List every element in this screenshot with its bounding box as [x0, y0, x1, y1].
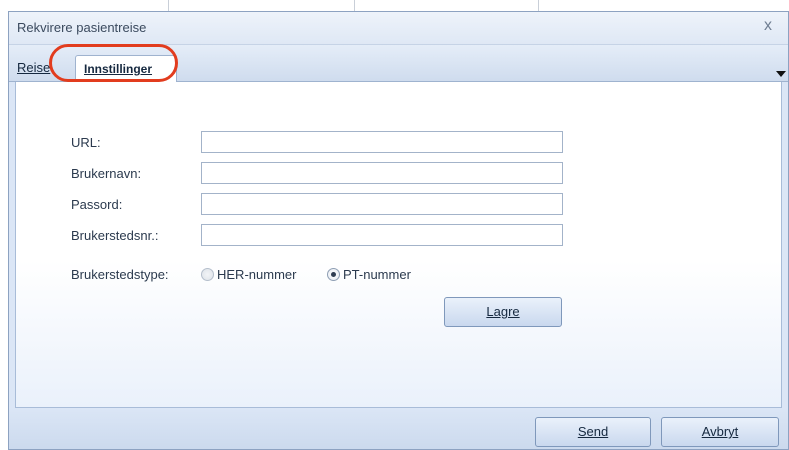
password-label: Passord: [71, 197, 123, 212]
site-type-label: Brukerstedstype: [71, 267, 169, 282]
chevron-down-icon[interactable] [776, 71, 786, 77]
radio-button-selected-icon [327, 268, 340, 282]
radio-button-icon [201, 268, 214, 282]
window-title: Rekvirere pasientreise [17, 20, 147, 35]
title-bar: Rekvirere pasientreise x [9, 12, 788, 45]
radio-her-nummer-label: HER-nummer [217, 267, 297, 282]
settings-panel: URL: Brukernavn: Passord: Brukerstedsnr.… [15, 82, 782, 408]
tab-reise[interactable]: Reise [13, 55, 54, 81]
close-icon[interactable]: x [758, 16, 778, 36]
site-number-label: Brukerstedsnr.: [71, 228, 159, 243]
save-button[interactable]: Lagre [444, 297, 562, 327]
radio-pt-nummer[interactable]: PT-nummer [327, 265, 411, 285]
dialog-footer: Send Avbryt [9, 408, 788, 449]
dialog-window: Rekvirere pasientreise x Reise Innstilli… [8, 11, 789, 450]
send-button[interactable]: Send [535, 417, 651, 447]
username-label: Brukernavn: [71, 166, 142, 181]
cancel-button[interactable]: Avbryt [661, 417, 779, 447]
radio-pt-nummer-label: PT-nummer [343, 267, 411, 282]
url-label: URL: [71, 135, 101, 150]
radio-her-nummer[interactable]: HER-nummer [201, 265, 296, 285]
site-number-input[interactable] [201, 224, 563, 246]
password-input[interactable] [201, 193, 563, 215]
tab-strip: Reise Innstillinger [9, 45, 788, 82]
url-input[interactable] [201, 131, 563, 153]
username-input[interactable] [201, 162, 563, 184]
tab-innstillinger[interactable]: Innstillinger [75, 55, 177, 82]
